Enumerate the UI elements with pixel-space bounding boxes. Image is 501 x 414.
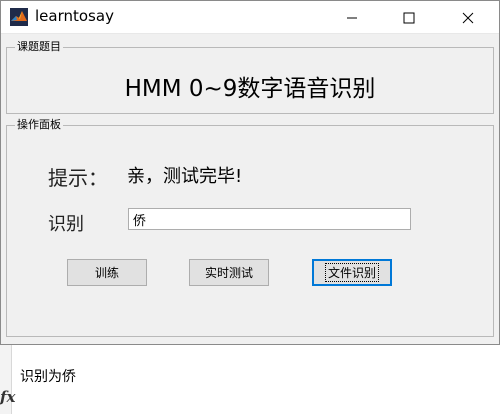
maximize-button[interactable] <box>386 1 432 34</box>
function-prompt-icon: fx <box>0 388 16 406</box>
title-bar[interactable]: learntosay <box>1 1 499 34</box>
topic-groupbox: 课题题目 HMM 0~9数字语音识别 <box>6 40 494 114</box>
realtime-test-button-label: 实时测试 <box>204 266 253 280</box>
close-button[interactable] <box>445 1 491 34</box>
file-recognize-button[interactable]: 文件识别 <box>312 259 392 286</box>
close-icon <box>462 12 474 23</box>
console-output: 识别为侨 <box>20 369 76 385</box>
matlab-icon <box>10 8 28 26</box>
minimize-icon <box>347 17 357 18</box>
result-label: 识别 <box>48 214 84 235</box>
operation-group-label: 操作面板 <box>15 118 63 132</box>
file-recognize-button-label: 文件识别 <box>324 263 379 282</box>
topic-group-label: 课题题目 <box>15 40 63 54</box>
result-field[interactable] <box>128 208 411 230</box>
window-title: learntosay <box>35 7 114 25</box>
train-button[interactable]: 训练 <box>67 259 147 286</box>
operation-groupbox: 操作面板 提示： 亲，测试完毕! 识别 训练 实时测试 文件识别 <box>6 118 494 337</box>
hint-label: 提示： <box>48 166 108 190</box>
page-title: HMM 0~9数字语音识别 <box>124 76 376 102</box>
minimize-button[interactable] <box>329 1 375 34</box>
hint-value: 亲，测试完毕! <box>127 166 243 187</box>
realtime-test-button[interactable]: 实时测试 <box>189 259 269 286</box>
train-button-label: 训练 <box>94 266 119 280</box>
app-window: learntosay 课题题目 HMM 0~9数字语音识别 操作面板 提示： 亲… <box>0 0 500 345</box>
maximize-icon <box>403 12 415 23</box>
